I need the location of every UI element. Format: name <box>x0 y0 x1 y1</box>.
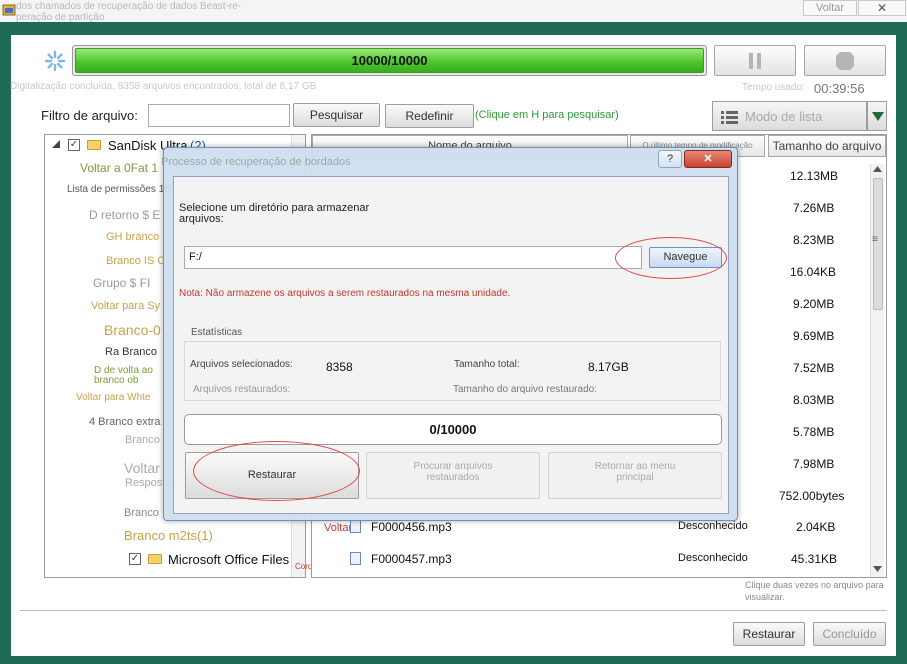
view-mode-select[interactable]: Modo de lista <box>712 101 867 131</box>
app-logo-icon <box>2 4 16 16</box>
size-cell: 9.69MB <box>793 329 835 343</box>
total-label: Tamanho total: <box>454 359 520 370</box>
dialog-title: Processo de recuperação de bordados <box>161 156 351 168</box>
pause-button[interactable] <box>714 45 796 76</box>
grip-icon: ≡ <box>872 234 878 245</box>
file-modified: Desconhecido <box>678 520 748 532</box>
tree-item[interactable]: Grupo $ FI <box>93 276 150 290</box>
dialog-help-button[interactable]: ? <box>658 150 682 168</box>
footer-divider <box>20 610 887 611</box>
root-checkbox[interactable]: ✓ <box>68 139 80 151</box>
scan-progress-text: 10000/10000 <box>351 53 428 68</box>
footer-restore-button[interactable]: Restaurar <box>733 622 805 646</box>
file-size: 45.31KB <box>791 552 838 566</box>
stop-icon <box>836 51 854 70</box>
size-cell: 8.03MB <box>793 393 835 407</box>
file-name[interactable]: F0000457.mp3 <box>371 552 452 566</box>
filter-label: Filtro de arquivo: <box>41 108 138 123</box>
tree-item[interactable]: Resposta <box>125 478 171 489</box>
tree-item[interactable]: Branco m2ts(1) <box>124 528 213 543</box>
tree-item-office[interactable]: Microsoft Office Files <box>168 552 289 567</box>
dialog-note: Nota: Não armazene os arquivos a serem r… <box>179 288 511 299</box>
tree-item[interactable]: Branco-0 <box>104 322 161 338</box>
tree-item[interactable]: D de volta ao branco ob <box>94 366 156 386</box>
tree-item[interactable]: Voltar para Whte <box>76 392 150 403</box>
tree-item[interactable]: Branco <box>125 434 160 446</box>
preview-hint: Clique duas vezes no arquivo para visual… <box>745 580 884 602</box>
total-value: 8.17GB <box>588 360 629 374</box>
window-title: dos chamados de recuperação de dados Bea… <box>16 1 242 23</box>
view-mode-dropdown[interactable] <box>867 101 887 131</box>
tree-item[interactable]: Voltar <box>124 460 160 476</box>
folder-icon <box>87 140 101 150</box>
size-cell: 752.00bytes <box>779 489 845 503</box>
office-checkbox[interactable]: ✓ <box>129 553 141 565</box>
restore-progress-text: 0/10000 <box>429 422 477 437</box>
back-to-menu-button[interactable]: Retornar ao menu principal <box>548 452 722 499</box>
file-size: 2.04KB <box>796 520 836 534</box>
file-modified: Desconhecido <box>678 552 748 564</box>
dialog-close-button[interactable]: ✕ <box>684 150 732 168</box>
row-prefix: Voltar <box>324 522 353 534</box>
size-cell: 9.20MB <box>793 297 835 311</box>
footer-done-button[interactable]: Concluído <box>813 622 886 646</box>
tree-collapse-icon[interactable] <box>52 140 61 149</box>
scan-summary: Digitalização concluída, 8358 arquivos e… <box>10 81 317 92</box>
title-bar: dos chamados de recuperação de dados Bea… <box>0 0 907 23</box>
stats-title: Estatísticas <box>191 327 243 338</box>
window-close-button[interactable]: ✕ <box>858 0 906 16</box>
size-cell: 12.13MB <box>790 169 839 183</box>
restored-label: Arquivos restaurados: <box>193 384 291 395</box>
back-title-button[interactable]: Voltar <box>803 0 857 16</box>
tree-item[interactable]: D retorno $ E <box>89 208 160 222</box>
scroll-down-icon[interactable] <box>873 566 882 572</box>
path-value: F:/ <box>189 251 202 263</box>
scroll-up-icon[interactable] <box>873 166 882 172</box>
browse-restored-button[interactable]: Procurar arquivos restaurados <box>366 452 540 499</box>
tree-item[interactable]: Branco IS C <box>106 255 165 267</box>
list-view-icon <box>721 111 738 124</box>
restored-size-label: Tamanho do arquivo restaurado: <box>453 384 597 395</box>
tree-item[interactable]: Voltar a 0Fat 1 <box>80 161 158 175</box>
time-label: Tempo usado: <box>742 82 805 93</box>
scan-progress-fill: 10000/10000 <box>75 48 704 73</box>
pause-icon <box>749 52 761 69</box>
search-button[interactable]: Pesquisar <box>293 103 380 127</box>
dir-label: Selecione um diretório para armazenar ar… <box>179 202 370 225</box>
recovery-dialog: Processo de recuperação de bordados ? ✕ … <box>161 147 738 521</box>
path-input[interactable]: F:/ <box>184 246 642 269</box>
folder-icon <box>148 554 162 564</box>
filter-input[interactable] <box>148 104 290 127</box>
tree-item[interactable]: GH branco <box>106 231 159 243</box>
view-mode-value: Modo de lista <box>745 109 823 124</box>
reset-button[interactable]: Redefinir <box>385 104 474 128</box>
size-cell: 16.04KB <box>790 265 837 279</box>
restore-highlight-oval <box>193 441 360 501</box>
scan-spinner-icon <box>44 50 66 72</box>
time-value: 00:39:56 <box>814 81 865 96</box>
app-frame: dos chamados de recuperação de dados Bea… <box>0 0 907 664</box>
list-scrollbar[interactable]: ≡ <box>870 164 884 577</box>
chevron-down-icon <box>872 112 884 121</box>
size-cell: 8.23MB <box>793 233 835 247</box>
size-cell: 7.26MB <box>793 201 835 215</box>
tree-item[interactable]: 4 Branco extra <box>89 416 161 428</box>
audio-file-icon <box>350 552 361 565</box>
selected-label: Arquivos selecionados: <box>190 359 293 370</box>
selected-value: 8358 <box>326 360 353 374</box>
scan-progress-bar: 10000/10000 <box>72 45 707 76</box>
tree-item[interactable]: Branco <box>124 507 159 519</box>
browse-highlight-oval <box>615 237 727 279</box>
size-cell: 7.98MB <box>793 457 835 471</box>
search-hint: (Clique em H para pesquisar) <box>475 109 619 121</box>
column-size[interactable]: Tamanho do arquivo <box>768 135 886 157</box>
file-name[interactable]: F0000456.mp3 <box>371 520 452 534</box>
audio-file-icon <box>350 520 361 533</box>
stop-button[interactable] <box>804 45 886 76</box>
tree-item[interactable]: Ra Branco <box>105 346 157 358</box>
size-cell: 5.78MB <box>793 425 835 439</box>
size-cell: 7.52MB <box>793 361 835 375</box>
tree-item[interactable]: Voltar para Sy <box>91 300 160 312</box>
